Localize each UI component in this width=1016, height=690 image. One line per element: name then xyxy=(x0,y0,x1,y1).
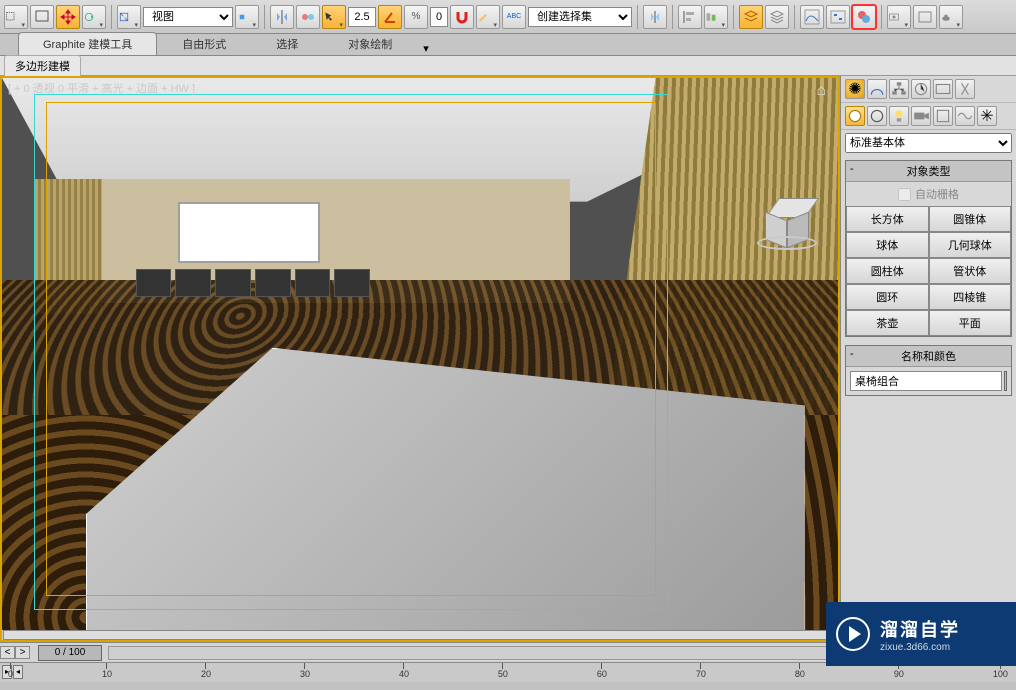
tab-freeform[interactable]: 自由形式 xyxy=(157,32,251,55)
ruler-tick: 10 xyxy=(102,663,112,682)
angle-snap-icon[interactable] xyxy=(378,5,402,29)
modify-tab-icon[interactable] xyxy=(867,79,887,99)
render-frame-icon[interactable] xyxy=(913,5,937,29)
name-color-header[interactable]: -名称和颜色 xyxy=(846,346,1011,367)
material-editor-icon[interactable] xyxy=(852,5,876,29)
hierarchy-tab-icon[interactable] xyxy=(889,79,909,99)
select-region-icon[interactable] xyxy=(4,5,28,29)
snap-magnet-icon[interactable] xyxy=(450,5,474,29)
home-icon[interactable]: ⌂ xyxy=(816,82,826,100)
cameras-icon[interactable] xyxy=(911,106,931,126)
render-setup-icon[interactable] xyxy=(887,5,911,29)
btn-torus[interactable]: 圆环 xyxy=(846,284,929,310)
object-type-rollout: -对象类型 自动栅格 长方体 圆锥体 球体 几何球体 圆柱体 管状体 圆环 四棱… xyxy=(845,160,1012,337)
name-color-rollout: -名称和颜色 xyxy=(845,345,1012,396)
abc-icon[interactable]: ABC xyxy=(502,5,526,29)
select-window-icon[interactable] xyxy=(30,5,54,29)
viewcube[interactable] xyxy=(762,198,812,248)
ruler-tick: 20 xyxy=(201,663,211,682)
layers-icon[interactable] xyxy=(765,5,789,29)
display-tab-icon[interactable] xyxy=(933,79,953,99)
command-panel: ✺ ✳ 标准基本体 -对象类型 自动栅格 长方体 圆锥体 球体 xyxy=(840,76,1016,642)
edit-named-sel-icon[interactable] xyxy=(476,5,500,29)
btn-pyramid[interactable]: 四棱锥 xyxy=(929,284,1012,310)
lights-icon[interactable] xyxy=(889,106,909,126)
object-type-header[interactable]: -对象类型 xyxy=(846,161,1011,182)
create-category-row: ✳ xyxy=(841,103,1016,130)
ruler-tick: 30 xyxy=(300,663,310,682)
btn-plane[interactable]: 平面 xyxy=(929,310,1012,336)
angle-input[interactable] xyxy=(430,7,448,27)
tab-selection[interactable]: 选择 xyxy=(251,32,323,55)
main-toolbar: 视图 % ABC 创建选择集 xyxy=(0,0,1016,34)
pivot-icon[interactable] xyxy=(235,5,259,29)
btn-cone[interactable]: 圆锥体 xyxy=(929,206,1012,232)
layer-manager-icon[interactable] xyxy=(739,5,763,29)
autogrid-checkbox[interactable] xyxy=(898,188,911,201)
named-selection-dropdown[interactable]: 创建选择集 xyxy=(528,7,632,27)
viewport-label[interactable]: [ + 0 透视 0 平滑 + 高光 + 边面 + HW ] xyxy=(8,80,195,96)
move-gizmo-icon[interactable] xyxy=(56,5,80,29)
ribbon-tabs: Graphite 建模工具 自由形式 选择 对象绘制 ▾ xyxy=(0,34,1016,56)
scene-render xyxy=(2,78,838,640)
watermark: 溜溜自学 zixue.3d66.com xyxy=(826,602,1016,666)
command-panel-tabs: ✺ xyxy=(841,76,1016,103)
tab-object-paint[interactable]: 对象绘制 xyxy=(323,32,417,55)
utilities-tab-icon[interactable] xyxy=(955,79,975,99)
schematic-view-icon[interactable] xyxy=(826,5,850,29)
align-left-icon[interactable] xyxy=(678,5,702,29)
primitive-grid: 长方体 圆锥体 球体 几何球体 圆柱体 管状体 圆环 四棱锥 茶壶 平面 xyxy=(846,206,1011,336)
watermark-url: zixue.3d66.com xyxy=(880,642,960,653)
watermark-title: 溜溜自学 xyxy=(880,616,960,642)
ruler-tick: 0 xyxy=(8,663,13,682)
sub-tab-poly[interactable]: 多边形建模 xyxy=(4,55,81,76)
shapes-icon[interactable] xyxy=(867,106,887,126)
align-sub-icon[interactable] xyxy=(296,5,320,29)
spinner-input[interactable] xyxy=(348,7,376,27)
systems-icon[interactable]: ✳ xyxy=(977,106,997,126)
viewport-scrollbar[interactable] xyxy=(2,630,838,640)
autogrid-row[interactable]: 自动栅格 xyxy=(846,182,1011,206)
btn-geosphere[interactable]: 几何球体 xyxy=(929,232,1012,258)
time-handle[interactable]: 0 / 100 xyxy=(38,645,102,661)
main-area: [ + 0 透视 0 平滑 + 高光 + 边面 + HW ] ⌂ ✺ xyxy=(0,76,1016,642)
color-swatch[interactable] xyxy=(1004,371,1007,391)
btn-box[interactable]: 长方体 xyxy=(846,206,929,232)
ruler-tick: 70 xyxy=(696,663,706,682)
geometry-icon[interactable] xyxy=(845,106,865,126)
ribbon-dropdown-icon[interactable]: ▾ xyxy=(423,42,431,55)
create-tab-icon[interactable]: ✺ xyxy=(845,79,865,99)
percent-snap-icon[interactable]: % xyxy=(404,5,428,29)
motion-tab-icon[interactable] xyxy=(911,79,931,99)
btn-cylinder[interactable]: 圆柱体 xyxy=(846,258,929,284)
object-name-input[interactable] xyxy=(850,371,1002,391)
ruler-tick: 80 xyxy=(795,663,805,682)
primitive-category-dropdown[interactable]: 标准基本体 xyxy=(845,133,1012,153)
curve-editor-icon[interactable] xyxy=(800,5,824,29)
viewport[interactable]: [ + 0 透视 0 平滑 + 高光 + 边面 + HW ] ⌂ xyxy=(0,76,840,642)
tab-graphite[interactable]: Graphite 建模工具 xyxy=(18,32,157,55)
render-teapot-icon[interactable] xyxy=(939,5,963,29)
btn-tube[interactable]: 管状体 xyxy=(929,258,1012,284)
ribbon-sub-tabs: 多边形建模 xyxy=(0,56,1016,76)
time-arrows[interactable]: <> xyxy=(0,646,30,659)
btn-sphere[interactable]: 球体 xyxy=(846,232,929,258)
ruler-tick: 40 xyxy=(399,663,409,682)
ruler-tick: 50 xyxy=(498,663,508,682)
rotate-icon[interactable] xyxy=(82,5,106,29)
mirror-tool-icon[interactable] xyxy=(643,5,667,29)
scale-icon[interactable] xyxy=(117,5,141,29)
spacewarps-icon[interactable] xyxy=(955,106,975,126)
ruler-tick: 60 xyxy=(597,663,607,682)
btn-teapot[interactable]: 茶壶 xyxy=(846,310,929,336)
mirror-icon[interactable] xyxy=(270,5,294,29)
align-tool-icon[interactable] xyxy=(704,5,728,29)
helpers-icon[interactable] xyxy=(933,106,953,126)
play-icon xyxy=(836,617,870,651)
select-object-icon[interactable] xyxy=(322,5,346,29)
reference-coords-dropdown[interactable]: 视图 xyxy=(143,7,233,27)
